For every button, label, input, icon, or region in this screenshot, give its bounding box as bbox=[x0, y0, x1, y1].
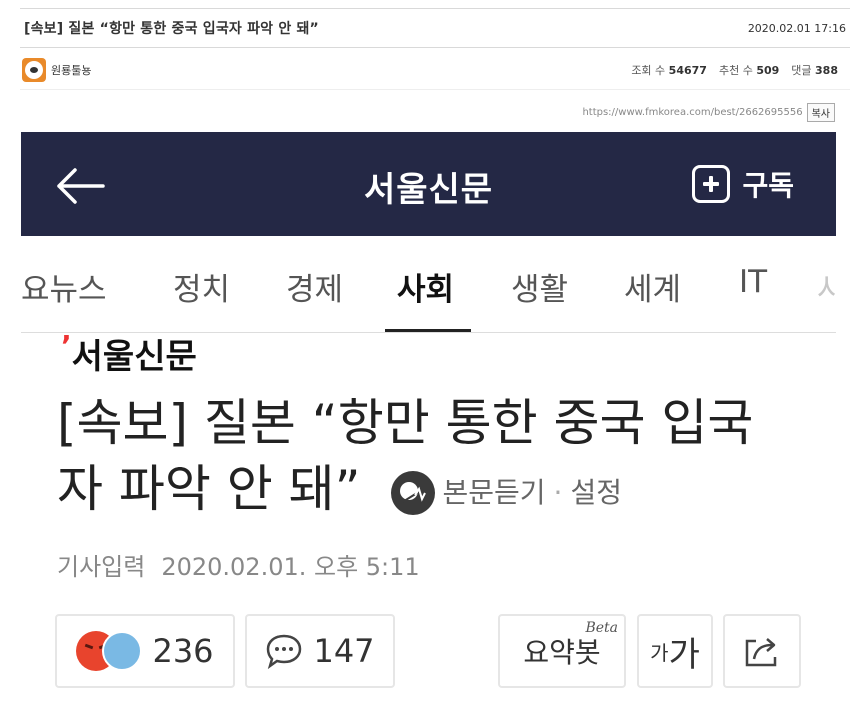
font-big-glyph: 가 bbox=[668, 634, 700, 675]
summary-bot-button[interactable]: 요약봇 Beta bbox=[498, 614, 626, 688]
avatar-icon bbox=[22, 57, 46, 82]
author[interactable]: 원룡툴뇽 bbox=[20, 57, 91, 82]
section-tabs: 요뉴스 정치 경제 사회 생활 세계 IT 사 bbox=[21, 236, 836, 333]
speaker-head-icon bbox=[390, 470, 435, 515]
listen-label[interactable]: 본문듣기 bbox=[443, 460, 546, 526]
subscribe-label: 구독 bbox=[742, 169, 794, 202]
comment-button[interactable]: 147 bbox=[245, 614, 395, 688]
tab-world[interactable]: 세계 bbox=[624, 264, 681, 309]
summary-label: 요약봇 bbox=[523, 636, 601, 669]
beta-badge: Beta bbox=[585, 620, 618, 636]
date-label: 기사입력 bbox=[57, 553, 146, 581]
separator: · bbox=[553, 475, 563, 509]
tab-it[interactable]: IT bbox=[739, 264, 767, 300]
post-date: 2020.02.01 17:16 bbox=[747, 21, 846, 35]
sad-emoji-icon bbox=[102, 631, 143, 671]
article-screenshot: 서울신문 구독 요뉴스 정치 경제 사회 생활 세계 IT 사 ’서울신문 [속… bbox=[21, 132, 836, 712]
source-logo: ’서울신문 bbox=[61, 329, 197, 377]
likes-stat: 추천 수 509 bbox=[718, 63, 780, 77]
post-header: [속보] 질본 “항만 통한 중국 입국자 파악 안 돼” 2020.02.01… bbox=[20, 8, 850, 48]
font-size-button[interactable]: 가 가 bbox=[637, 614, 713, 688]
reaction-button[interactable]: 236 bbox=[55, 614, 235, 688]
comments-stat[interactable]: 댓글 388 bbox=[791, 62, 838, 78]
share-button[interactable] bbox=[723, 614, 801, 688]
tab-life[interactable]: 생활 bbox=[511, 264, 568, 309]
comment-count: 147 bbox=[313, 632, 375, 670]
reaction-count: 236 bbox=[152, 632, 214, 670]
post-title[interactable]: [속보] 질본 “항만 통한 중국 입국자 파악 안 돼” bbox=[20, 18, 319, 38]
listen-control[interactable]: 본문듣기 · 설정 bbox=[390, 460, 622, 526]
action-bar: 236 147 요약봇 Beta 가 가 bbox=[55, 614, 835, 690]
article-date: 기사입력 2020.02.01. 오후 5:11 bbox=[57, 547, 420, 582]
speech-bubble-icon bbox=[267, 634, 302, 669]
post-meta: 원룡툴뇽 조회 수 54677 추천 수 509 댓글 388 bbox=[20, 50, 850, 90]
url-row: https://www.fmkorea.com/best/2662695556 … bbox=[582, 103, 835, 122]
author-name[interactable]: 원룡툴뇽 bbox=[51, 62, 91, 78]
share-icon bbox=[745, 638, 777, 667]
subscribe-button[interactable]: 구독 bbox=[692, 164, 794, 204]
settings-label[interactable]: 설정 bbox=[570, 460, 622, 526]
tab-society[interactable]: 사회 bbox=[397, 264, 454, 309]
font-small-glyph: 가 bbox=[650, 640, 669, 665]
tab-more[interactable]: 사 bbox=[817, 264, 836, 309]
post-url[interactable]: https://www.fmkorea.com/best/2662695556 bbox=[582, 107, 802, 118]
tab-main-news[interactable]: 요뉴스 bbox=[21, 264, 107, 309]
date-value: 2020.02.01. 오후 5:11 bbox=[161, 553, 420, 581]
tab-economy[interactable]: 경제 bbox=[286, 264, 343, 309]
post-stats: 조회 수 54677 추천 수 509 댓글 388 bbox=[631, 62, 850, 78]
active-tab-indicator bbox=[385, 329, 471, 332]
article-headline: [속보] 질본 “항만 통한 중국 입국자 파악 안 돼” 본문듣기 · 설정 bbox=[57, 390, 797, 526]
tab-politics[interactable]: 정치 bbox=[173, 264, 230, 309]
plus-box-icon bbox=[692, 165, 731, 203]
news-topbar: 서울신문 구독 bbox=[21, 132, 836, 236]
views-stat: 조회 수 54677 bbox=[631, 63, 707, 77]
reaction-emojis bbox=[76, 631, 143, 671]
copy-button[interactable]: 복사 bbox=[806, 103, 835, 122]
